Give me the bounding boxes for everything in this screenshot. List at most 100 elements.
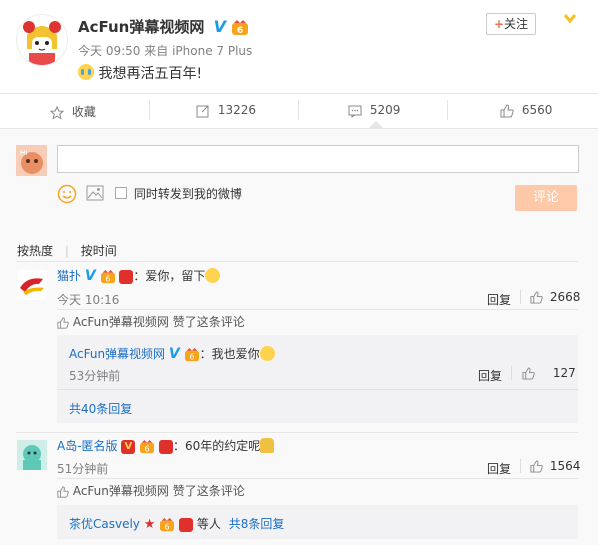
comment-line: 猫扑 V 6 ：爱你，留下	[57, 267, 221, 284]
like-action[interactable]: 6560	[500, 103, 552, 118]
comment-avatar[interactable]	[17, 440, 47, 470]
comment-like-button[interactable]: 2668	[530, 290, 580, 304]
svg-text:6: 6	[145, 444, 150, 453]
thumbs-up-icon	[530, 291, 543, 304]
action-divider	[520, 459, 521, 473]
acfun-avatar-icon	[17, 15, 67, 65]
mop-logo-icon	[17, 270, 47, 300]
divider	[16, 261, 578, 262]
svg-text:6: 6	[237, 26, 243, 36]
author-line: AcFun弹幕视频网 V 6	[78, 16, 249, 37]
reply-like-button[interactable]: 127	[522, 366, 576, 380]
comment-text: ：爱你，留下	[133, 269, 206, 283]
submit-comment-button[interactable]: 评论	[515, 185, 577, 211]
thumbs-up-icon	[530, 460, 543, 473]
comment-time: 今天 10:16	[57, 293, 120, 307]
member-crown-icon: 6	[100, 269, 115, 283]
sort-by-time[interactable]: 按时间	[81, 244, 117, 258]
comment-text: ：60年的约定呢	[173, 439, 261, 453]
red-envelope-icon	[179, 517, 194, 532]
divider	[0, 93, 598, 94]
action-divider	[447, 100, 448, 120]
more-replies-link[interactable]: 共8条回复	[229, 517, 285, 531]
red-envelope-icon	[159, 439, 174, 454]
sort-by-hot[interactable]: 按热度	[17, 244, 53, 258]
reply-line: AcFun弹幕视频网 V 6 ：我也爱你	[69, 345, 275, 362]
follow-button[interactable]: +关注	[486, 13, 536, 35]
action-divider	[298, 100, 299, 120]
reply-like-count: 127	[552, 366, 576, 380]
chevron-down-icon	[563, 14, 577, 24]
thumbs-up-icon	[522, 367, 535, 380]
image-icon	[86, 185, 104, 201]
reply-button[interactable]: 回复	[478, 367, 502, 384]
comment-user[interactable]: A岛-匿名版	[57, 439, 118, 453]
reply-button[interactable]: 回复	[487, 460, 511, 477]
comment-like-button[interactable]: 1564	[530, 459, 580, 473]
more-options-button[interactable]	[562, 10, 578, 26]
emoji-button[interactable]	[57, 184, 77, 207]
action-divider	[511, 366, 512, 380]
liked-suffix: 赞了这条评论	[172, 315, 245, 329]
sort-divider: |	[64, 244, 69, 258]
liked-by-line: AcFun弹幕视频网 赞了这条评论	[57, 313, 245, 330]
repost-icon	[196, 105, 209, 117]
smiley-icon	[57, 184, 77, 204]
forward-label: 同时转发到我的微博	[133, 187, 242, 201]
comment-input[interactable]	[57, 145, 579, 173]
more-replies-link[interactable]: 共40条回复	[69, 400, 132, 417]
author-name[interactable]: AcFun弹幕视频网	[78, 18, 204, 36]
comment-avatar[interactable]	[17, 270, 47, 300]
divider	[16, 432, 578, 433]
sort-tabs: 按热度 | 按时间	[17, 242, 117, 259]
post-time[interactable]: 今天 09:50	[78, 44, 140, 58]
plus-icon: +	[493, 17, 505, 31]
divider	[57, 478, 578, 479]
comment-line: A岛-匿名版 V 6 ：60年的约定呢	[57, 437, 275, 454]
image-button[interactable]	[86, 185, 104, 204]
action-divider	[149, 100, 150, 120]
post-source[interactable]: iPhone 7 Plus	[172, 44, 252, 58]
person-emoji-icon	[260, 438, 275, 453]
forward-checkbox[interactable]	[115, 187, 127, 199]
active-tab-arrow	[369, 121, 383, 128]
divider	[57, 309, 578, 310]
svg-text:6: 6	[165, 522, 170, 531]
favorite-label: 收藏	[71, 105, 96, 119]
liked-by-line: AcFun弹幕视频网 赞了这条评论	[57, 482, 245, 499]
reply-summary-line: 茶优Casvely ★ 6 等人 共8条回复	[69, 515, 284, 532]
star-icon	[49, 105, 65, 120]
post-content-line: 我想再活五百年!	[78, 63, 202, 83]
liked-by-user[interactable]: AcFun弹幕视频网	[73, 484, 169, 498]
author-avatar[interactable]	[16, 14, 68, 66]
reply-text: ：我也爱你	[199, 347, 260, 361]
thumbs-up-icon	[57, 316, 69, 329]
member-crown-icon: 6	[232, 19, 249, 36]
post-content: 我想再活五百年!	[98, 66, 203, 82]
my-avatar: HI	[16, 145, 47, 176]
submit-label: 评论	[532, 190, 559, 205]
reply-user[interactable]: AcFun弹幕视频网	[69, 347, 165, 361]
comment-user[interactable]: 猫扑	[57, 269, 81, 283]
comment-like-count: 2668	[549, 290, 581, 304]
comment-count: 5209	[369, 103, 401, 117]
comment-time: 51分钟前	[57, 462, 109, 476]
repost-action[interactable]: 13226	[196, 103, 256, 118]
verified-icon: V	[84, 268, 96, 284]
liked-by-user[interactable]: AcFun弹幕视频网	[73, 315, 169, 329]
follow-label: 关注	[504, 17, 529, 31]
favorite-action[interactable]: 收藏	[49, 103, 96, 120]
liked-suffix: 赞了这条评论	[172, 484, 245, 498]
comment-action[interactable]: 5209	[348, 103, 400, 118]
comment-icon	[348, 105, 362, 118]
thumbs-up-icon	[500, 103, 514, 117]
reply-user[interactable]: 茶优Casvely	[69, 517, 140, 531]
svg-text:6: 6	[189, 352, 194, 361]
svg-text:HI: HI	[20, 149, 27, 157]
reply-button[interactable]: 回复	[487, 291, 511, 308]
svg-text:6: 6	[105, 274, 110, 283]
forward-option: 同时转发到我的微博	[115, 185, 242, 202]
reply-summary-text: 等人	[196, 517, 221, 531]
member-crown-icon: 6	[140, 439, 155, 453]
comment-like-count: 1564	[549, 459, 581, 473]
